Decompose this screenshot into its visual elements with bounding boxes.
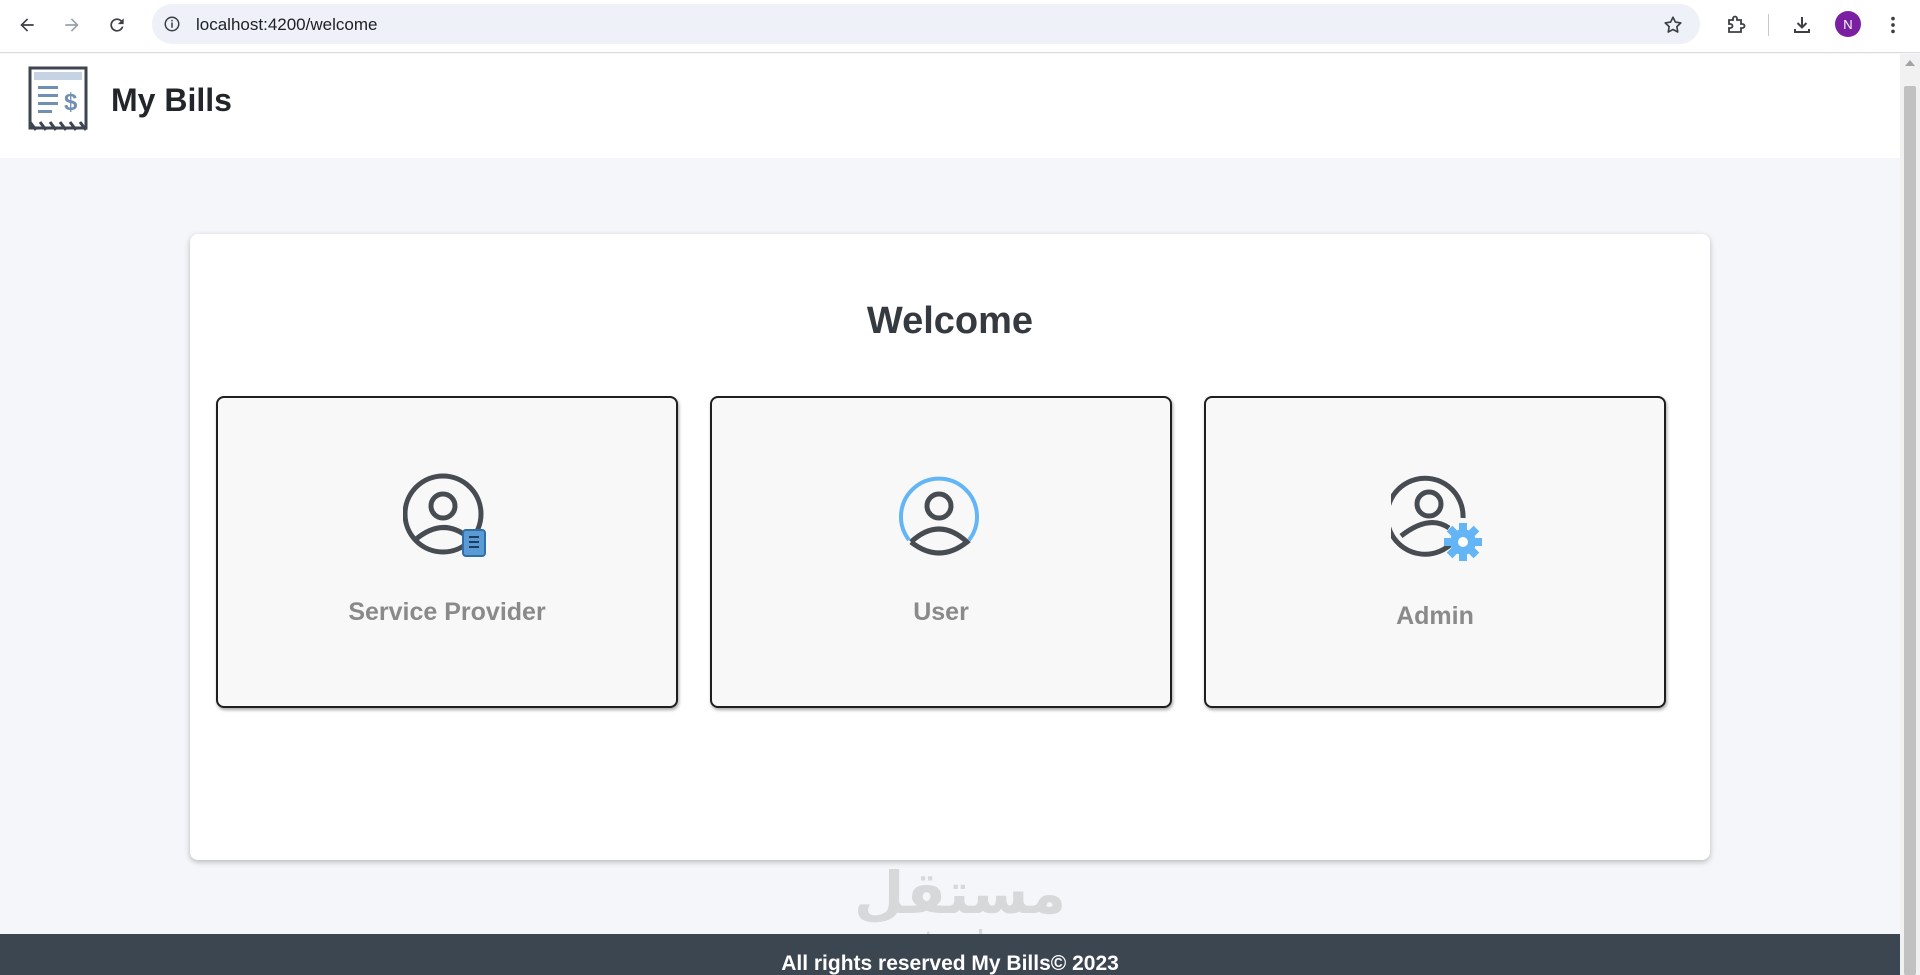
svg-text:$: $ [64, 89, 78, 116]
reload-icon [110, 18, 124, 32]
bill-receipt-icon[interactable]: $ [28, 66, 90, 134]
toolbar-separator [1768, 14, 1769, 36]
app-title[interactable]: My Bills [111, 82, 232, 119]
footer-text: All rights reserved My Bills© 2023 [781, 952, 1119, 975]
service-provider-label: Service Provider [348, 598, 546, 626]
bookmark-star-icon[interactable] [1662, 14, 1684, 36]
watermark-arabic: مستقل [853, 861, 1067, 926]
scrollbar-thumb[interactable] [1904, 86, 1916, 975]
app-header: $ My Bills [0, 54, 1900, 158]
browser-toolbar: localhost:4200/welcome N [0, 0, 1920, 53]
page-viewport: $ My Bills Welcome Service Provider User… [0, 54, 1900, 975]
site-info-icon[interactable] [162, 14, 182, 34]
url-text[interactable]: localhost:4200/welcome [196, 15, 377, 35]
scroll-up-icon[interactable] [1905, 60, 1915, 66]
reload-button[interactable] [102, 10, 132, 40]
arrow-right-icon [65, 18, 79, 32]
browser-menu-button[interactable] [1880, 12, 1906, 38]
downloads-button[interactable] [1789, 12, 1815, 38]
user-label: User [913, 598, 969, 626]
footer: All rights reserved My Bills© 2023 [0, 934, 1900, 975]
welcome-card: Welcome Service Provider User Admin [190, 234, 1710, 860]
user-icon [897, 472, 989, 564]
profile-avatar[interactable]: N [1835, 11, 1861, 37]
more-vert-icon [1891, 16, 1895, 34]
address-bar[interactable]: localhost:4200/welcome [152, 4, 1700, 44]
service-provider-user-icon [402, 472, 495, 564]
admin-user-gear-icon [1384, 472, 1483, 564]
extensions-button[interactable] [1723, 12, 1749, 38]
service-provider-card[interactable]: Service Provider [216, 396, 678, 708]
page-scrollbar[interactable] [1900, 54, 1920, 975]
user-card[interactable]: User [710, 396, 1172, 708]
forward-button[interactable] [57, 10, 87, 40]
admin-card[interactable]: Admin [1204, 396, 1666, 708]
back-button[interactable] [12, 10, 42, 40]
admin-label: Admin [1396, 602, 1474, 630]
puzzle-icon [1728, 15, 1746, 33]
download-icon [1794, 17, 1810, 33]
welcome-title: Welcome [866, 300, 1034, 342]
arrow-left-icon [20, 18, 34, 32]
